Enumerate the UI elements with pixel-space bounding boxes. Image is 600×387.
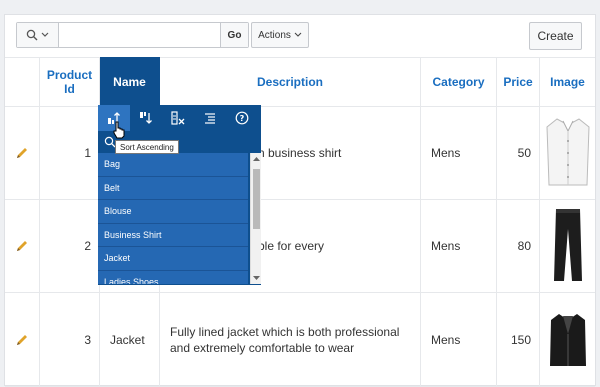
list-item[interactable]: Blouse: [98, 200, 248, 224]
header-label: Image: [550, 75, 585, 89]
svg-text:?: ?: [240, 114, 245, 123]
list-item[interactable]: Belt: [98, 177, 248, 200]
table-row: 1 n business shirt Mens 50: [5, 107, 595, 200]
list-item[interactable]: Ladies Shoes: [98, 271, 248, 284]
edit-link[interactable]: [5, 293, 40, 386]
scroll-down-icon: [253, 276, 260, 280]
pencil-icon: [17, 334, 27, 345]
trousers-image: [553, 209, 582, 281]
header-price[interactable]: Price: [497, 57, 540, 107]
sort-descending-icon: [140, 112, 152, 124]
header-label: Name: [113, 75, 146, 89]
search-input[interactable]: [59, 23, 220, 47]
table-row: 3 Jacket Fully lined jacket which is bot…: [5, 293, 595, 387]
pencil-icon: [17, 241, 27, 251]
hand-cursor-icon: [113, 121, 125, 139]
help-icon: ?: [235, 111, 249, 125]
shirt-image: [545, 118, 590, 186]
list-item[interactable]: Jacket: [98, 247, 248, 271]
go-button[interactable]: Go: [220, 23, 248, 47]
interactive-report: Go Actions Create Product Id Name Descri…: [4, 14, 596, 387]
list-item[interactable]: Bag: [98, 153, 248, 177]
list-item[interactable]: Business Shirt: [98, 224, 248, 247]
create-button[interactable]: Create: [529, 22, 582, 50]
header-category[interactable]: Category: [421, 57, 497, 107]
cell-name: Jacket: [100, 293, 160, 386]
chevron-down-icon: [294, 32, 302, 37]
cell-price: 50: [497, 107, 540, 199]
header-name[interactable]: Name: [100, 57, 160, 107]
hide-column-button[interactable]: [162, 105, 194, 131]
search-column-button[interactable]: [17, 23, 59, 47]
control-break-icon: [205, 113, 215, 124]
cell-price: 80: [497, 200, 540, 292]
pencil-icon: [17, 148, 27, 158]
edit-link[interactable]: [5, 107, 40, 199]
header-image[interactable]: Image: [540, 57, 595, 107]
jacket-image: [549, 313, 586, 366]
actions-label: Actions: [258, 29, 291, 41]
cell-description: Fully lined jacket which is both profess…: [160, 293, 421, 386]
header-label: Product Id: [46, 68, 93, 96]
list-scrollbar[interactable]: [250, 153, 261, 284]
header-label: Description: [256, 75, 323, 89]
cell-image: [540, 200, 595, 292]
cell-image: [540, 293, 595, 386]
search-icon: [26, 29, 38, 41]
hide-column-icon: [171, 111, 185, 125]
tooltip: Sort Ascending: [115, 140, 179, 154]
search-bar: Go: [16, 22, 249, 48]
scroll-up-icon: [253, 157, 260, 161]
cell-product-id: 2: [40, 200, 100, 292]
cell-category: Mens: [421, 107, 497, 199]
cell-product-id: 1: [40, 107, 100, 199]
chevron-down-icon: [41, 32, 49, 37]
header-product-id[interactable]: Product Id: [40, 57, 100, 107]
control-break-button[interactable]: [194, 105, 226, 131]
cell-product-id: 3: [40, 293, 100, 386]
table-row: 2 ble for every Mens 80: [5, 200, 595, 293]
header-label: Price: [503, 75, 533, 89]
cell-price: 150: [497, 293, 540, 386]
help-button[interactable]: ?: [226, 105, 258, 131]
scrollbar-thumb[interactable]: [253, 169, 260, 229]
cell-category: Mens: [421, 293, 497, 386]
distinct-values-list: Bag Belt Blouse Business Shirt Jacket La…: [98, 153, 248, 284]
edit-link[interactable]: [5, 200, 40, 292]
cell-image: [540, 107, 595, 199]
header-description[interactable]: Description: [160, 57, 421, 107]
actions-menu-button[interactable]: Actions: [251, 22, 309, 48]
header-label: Category: [432, 75, 485, 89]
header-edit: [5, 57, 40, 107]
sort-descending-button[interactable]: [130, 105, 162, 131]
cell-category: Mens: [421, 200, 497, 292]
